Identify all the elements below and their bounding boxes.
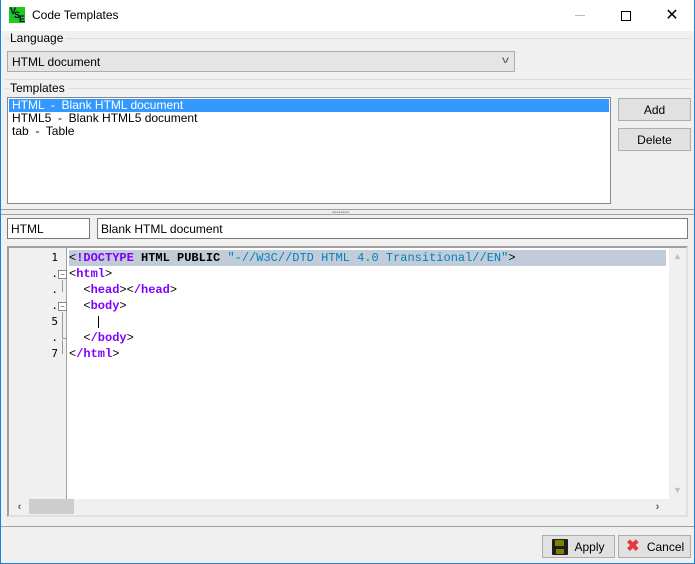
scroll-right-icon[interactable]: › [649, 499, 666, 515]
splitter[interactable]: ▪▪▪▪▪▪▪▪ [1, 209, 694, 216]
splitter-grip-icon: ▪▪▪▪▪▪▪▪ [332, 210, 350, 216]
language-select[interactable]: HTML document v [7, 51, 515, 72]
code-token: > [508, 251, 516, 265]
code-line[interactable]: </body> [69, 330, 666, 346]
code-token: "-//W3C//DTD HTML 4.0 Transitional//EN" [227, 251, 509, 265]
code-line[interactable]: <html> [69, 266, 666, 282]
maximize-icon [621, 10, 631, 21]
group-divider [5, 79, 691, 80]
code-token: > [112, 347, 120, 361]
code-token: > [119, 299, 127, 313]
code-token: < [69, 283, 91, 297]
maximize-button[interactable] [603, 0, 649, 31]
line-number: . [51, 331, 58, 344]
fold-line [62, 280, 63, 292]
language-group-border [5, 38, 691, 39]
language-selected-value: HTML document [12, 55, 101, 69]
code-token: /html [76, 347, 113, 361]
line-number: 5 [51, 315, 58, 328]
line-number: . [51, 299, 58, 312]
scroll-down-icon[interactable]: ▼ [669, 482, 686, 499]
code-token: > [169, 283, 178, 297]
code-content[interactable]: < !DOCTYPE HTML PUBLIC "-//W3C//DTD HTML … [69, 250, 666, 362]
code-token: html [76, 267, 106, 281]
code-token: head [90, 283, 120, 297]
code-line[interactable]: <!DOCTYPE HTML PUBLIC "-//W3C//DTD HTML … [69, 250, 666, 266]
code-token: > [126, 331, 134, 345]
code-token: < [69, 299, 91, 313]
templates-group-label: Templates [10, 81, 68, 95]
window-title: Code Templates [32, 8, 119, 22]
title-bar: VSE Code Templates ✕ [1, 0, 694, 31]
horizontal-scrollbar[interactable]: ‹ › [9, 499, 686, 515]
code-line[interactable] [69, 314, 666, 330]
code-token: body [90, 299, 120, 313]
line-number-gutter: 1 . . . 5 . 7 − − [9, 248, 67, 499]
template-name-input[interactable]: HTML [7, 218, 90, 239]
fold-line [62, 340, 63, 354]
code-templates-window: VSE Code Templates ✕ Language HTML docum… [0, 0, 695, 564]
delete-button[interactable]: Delete [618, 128, 691, 151]
templates-group-border [5, 88, 691, 89]
scroll-up-icon[interactable]: ▲ [669, 248, 686, 265]
template-item-html5[interactable]: HTML5 - Blank HTML5 document [9, 112, 609, 125]
save-icon [552, 538, 569, 555]
minimize-button[interactable] [557, 0, 603, 31]
fold-collapse-icon[interactable]: − [58, 270, 67, 279]
language-group-label: Language [10, 31, 67, 45]
code-token: < [69, 331, 91, 345]
fold-end-marker [62, 338, 67, 339]
close-button[interactable]: ✕ [649, 0, 695, 31]
line-number: . [51, 283, 58, 296]
footer-divider [1, 526, 694, 527]
apply-button[interactable]: Apply [542, 535, 615, 558]
cancel-icon: ✖ [626, 537, 640, 555]
scroll-left-icon[interactable]: ‹ [11, 499, 28, 515]
code-editor[interactable]: 1 . . . 5 . 7 − − <!DOCTYPE HTML PUBLIC … [7, 246, 688, 517]
template-description-input[interactable]: Blank HTML document [97, 218, 688, 239]
apply-label: Apply [574, 539, 605, 554]
code-token: !DOCTYPE [76, 251, 134, 265]
cancel-label: Cancel [646, 539, 685, 554]
chevron-down-icon: v [502, 55, 509, 66]
horizontal-scroll-thumb[interactable] [29, 499, 74, 514]
fold-line [62, 312, 63, 338]
fold-collapse-icon[interactable]: − [58, 302, 67, 311]
line-number: . [51, 267, 58, 280]
code-token: /head [133, 283, 170, 297]
line-number: 1 [51, 251, 58, 264]
cancel-button[interactable]: ✖ Cancel [618, 535, 691, 558]
code-line[interactable]: <head></head> [69, 282, 666, 298]
code-token: /body [90, 331, 127, 345]
line-number: 7 [51, 347, 58, 360]
code-token: > [105, 267, 113, 281]
vertical-scrollbar[interactable]: ▲ ▼ [669, 248, 686, 499]
app-icon: VSE [9, 6, 26, 24]
template-item-tab[interactable]: tab - Table [9, 125, 609, 138]
minimize-icon [575, 15, 585, 16]
add-button[interactable]: Add [618, 98, 691, 121]
text-caret [97, 315, 99, 328]
code-token: PUBLIC [177, 251, 221, 265]
code-token: >< [119, 283, 134, 297]
close-icon: ✕ [665, 6, 679, 24]
code-line[interactable]: <body> [69, 298, 666, 314]
code-line[interactable]: </html> [69, 346, 666, 362]
templates-list[interactable]: HTML - Blank HTML document HTML5 - Blank… [7, 97, 611, 204]
code-token: HTML [141, 251, 170, 265]
